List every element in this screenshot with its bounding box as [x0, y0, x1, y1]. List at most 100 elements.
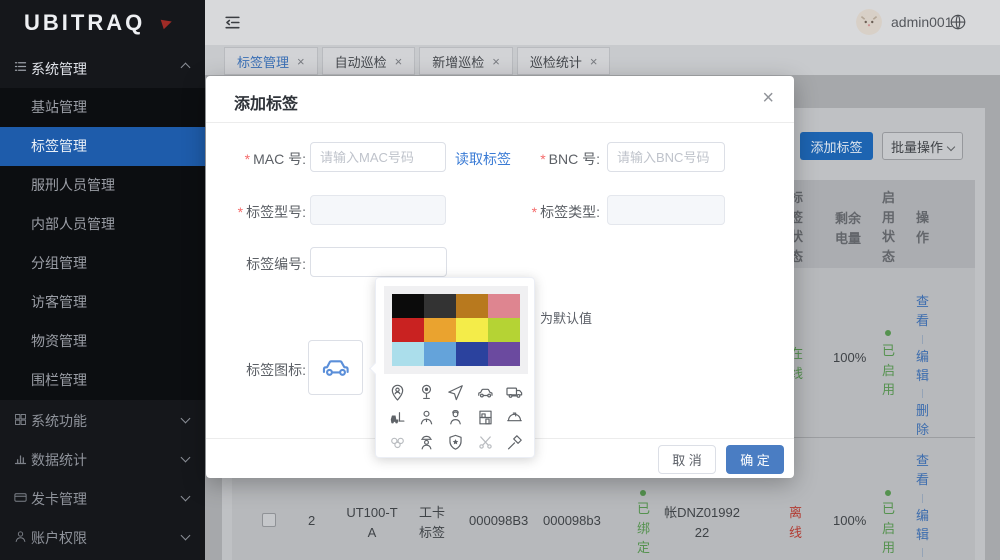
sidebar-item[interactable]: 标签管理 — [0, 127, 205, 166]
read-tag-link[interactable]: 读取标签 — [455, 149, 511, 169]
row2-battery: 100% — [833, 513, 866, 528]
tab-close-icon[interactable]: × — [590, 54, 598, 69]
dialog-header: 添加标签 × — [206, 76, 794, 123]
icon-picker-popover — [375, 277, 535, 458]
row2-index: 2 — [308, 513, 315, 528]
woman-icon[interactable] — [441, 405, 470, 430]
mac-label: *MAC 号: — [234, 149, 306, 169]
scissors-icon[interactable] — [471, 430, 500, 455]
tab-label: 新增巡检 — [432, 52, 484, 71]
default-value-hint: 为默认值 — [540, 308, 592, 327]
username[interactable]: admin001 — [891, 14, 953, 30]
tab-巡检统计[interactable]: 巡检统计× — [517, 47, 611, 75]
required-mark: * — [532, 204, 537, 220]
palette-swatch[interactable] — [456, 318, 488, 342]
sidebar-group[interactable]: 数据统计 — [0, 439, 205, 478]
required-mark: * — [540, 151, 545, 167]
avatar[interactable] — [856, 9, 882, 35]
palette-swatch[interactable] — [392, 294, 424, 318]
police-icon[interactable] — [412, 430, 441, 455]
hardhat-icon[interactable] — [500, 405, 529, 430]
man-icon[interactable] — [412, 405, 441, 430]
tab-标签管理[interactable]: 标签管理× — [224, 47, 318, 75]
tab-自动巡检[interactable]: 自动巡检× — [322, 47, 416, 75]
mac-input[interactable] — [310, 142, 446, 172]
model-label-text: 标签型号: — [246, 204, 306, 220]
sidebar-group[interactable]: 账户权限 — [0, 517, 205, 556]
icon-label-text: 标签图标: — [246, 362, 306, 378]
tab-新增巡检[interactable]: 新增巡检 × — [419, 47, 513, 75]
dialog-title: 添加标签 — [234, 90, 298, 114]
language-globe-icon[interactable] — [949, 13, 967, 31]
shield-star-icon[interactable] — [441, 430, 470, 455]
row2-enabled-status: 已启用 — [880, 499, 897, 558]
chevron-down-icon — [947, 142, 955, 150]
icon-grid — [383, 380, 529, 455]
chevron-down-icon — [181, 414, 191, 424]
tabbar: 标签管理×自动巡检×新增巡检×巡检统计× — [205, 45, 1000, 75]
palette-swatch[interactable] — [392, 318, 424, 342]
action-link-编辑[interactable]: 编辑 — [914, 348, 931, 386]
chevron-down-icon — [181, 453, 191, 463]
type-input[interactable] — [607, 195, 725, 225]
palette-swatch[interactable] — [456, 294, 488, 318]
truck-icon[interactable] — [500, 380, 529, 405]
palette-swatch[interactable] — [424, 318, 456, 342]
wheels-icon[interactable] — [383, 430, 412, 455]
sidebar-item[interactable]: 内部人员管理 — [0, 205, 205, 244]
close-icon[interactable]: × — [762, 87, 774, 110]
sidebar-item[interactable]: 物资管理 — [0, 322, 205, 361]
collapse-menu-icon[interactable] — [223, 13, 242, 32]
row2-bind-status: 已绑定 — [635, 499, 652, 558]
palette-swatch[interactable] — [424, 294, 456, 318]
color-palette — [384, 286, 528, 374]
action-link-删除[interactable]: 删除 — [914, 402, 931, 440]
bnc-input[interactable] — [607, 142, 725, 172]
row2-checkbox[interactable] — [262, 513, 276, 527]
tab-close-icon[interactable]: × — [395, 54, 403, 69]
shelf-icon[interactable] — [471, 405, 500, 430]
app-logo: UBITRAQ — [24, 10, 145, 36]
selected-tag-icon-button[interactable] — [308, 340, 363, 395]
user-icon — [13, 529, 28, 544]
car-icon[interactable] — [471, 380, 500, 405]
sidebar-group[interactable]: 发卡管理 — [0, 478, 205, 517]
palette-swatch[interactable] — [488, 342, 520, 366]
add-tag-button[interactable]: 添加标签 — [800, 132, 873, 160]
action-link-查看[interactable]: 查看 — [914, 293, 931, 331]
palette-swatch[interactable] — [424, 342, 456, 366]
sidebar-group[interactable]: 系统功能 — [0, 400, 205, 439]
action-link-编辑[interactable]: 编辑 — [914, 507, 931, 545]
sidebar-item[interactable]: 分组管理 — [0, 244, 205, 283]
palette-swatch[interactable] — [392, 342, 424, 366]
type-label: *标签类型: — [528, 202, 600, 222]
sidebar-item-system-management[interactable]: 系统管理 — [0, 52, 205, 82]
icon-label: 标签图标: — [234, 360, 306, 380]
logo-arrow-icon — [161, 17, 174, 30]
action-divider — [922, 548, 923, 557]
palette-swatch[interactable] — [488, 294, 520, 318]
type-label-text: 标签类型: — [540, 204, 600, 220]
sidebar-group-label: 发卡管理 — [31, 489, 87, 509]
confirm-button[interactable]: 确 定 — [726, 445, 784, 474]
model-input[interactable] — [310, 195, 446, 225]
sidebar-item[interactable]: 访客管理 — [0, 283, 205, 322]
batch-operation-button[interactable]: 批量操作 — [882, 132, 963, 160]
code-input[interactable] — [310, 247, 447, 277]
palette-swatch[interactable] — [456, 342, 488, 366]
navigation-icon[interactable] — [441, 380, 470, 405]
col-header-battery: 剩余电量 — [833, 209, 863, 248]
cancel-button[interactable]: 取 消 — [658, 445, 716, 474]
hammer-icon[interactable] — [500, 430, 529, 455]
sidebar-item[interactable]: 围栏管理 — [0, 361, 205, 400]
location-pin-icon[interactable] — [412, 380, 441, 405]
tab-close-icon[interactable]: × — [492, 54, 500, 69]
sidebar: UBITRAQ 系统管理 基站管理标签管理服刑人员管理内部人员管理分组管理访客管… — [0, 0, 205, 560]
sidebar-item[interactable]: 服刑人员管理 — [0, 166, 205, 205]
person-pin-icon[interactable] — [383, 380, 412, 405]
forklift-icon[interactable] — [383, 405, 412, 430]
palette-swatch[interactable] — [488, 318, 520, 342]
tab-close-icon[interactable]: × — [297, 54, 305, 69]
sidebar-item[interactable]: 基站管理 — [0, 88, 205, 127]
action-link-查看[interactable]: 查看 — [914, 452, 931, 490]
